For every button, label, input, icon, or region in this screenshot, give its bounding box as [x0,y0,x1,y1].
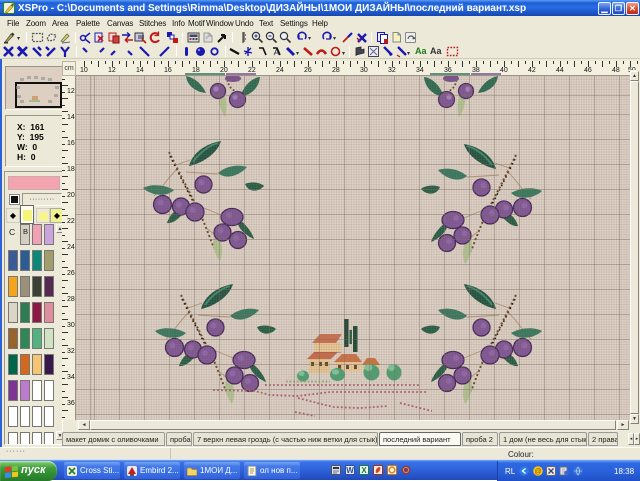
svg-text:X: X [361,466,367,475]
svg-text:@: @ [534,468,541,475]
svg-text:W: W [346,466,354,475]
